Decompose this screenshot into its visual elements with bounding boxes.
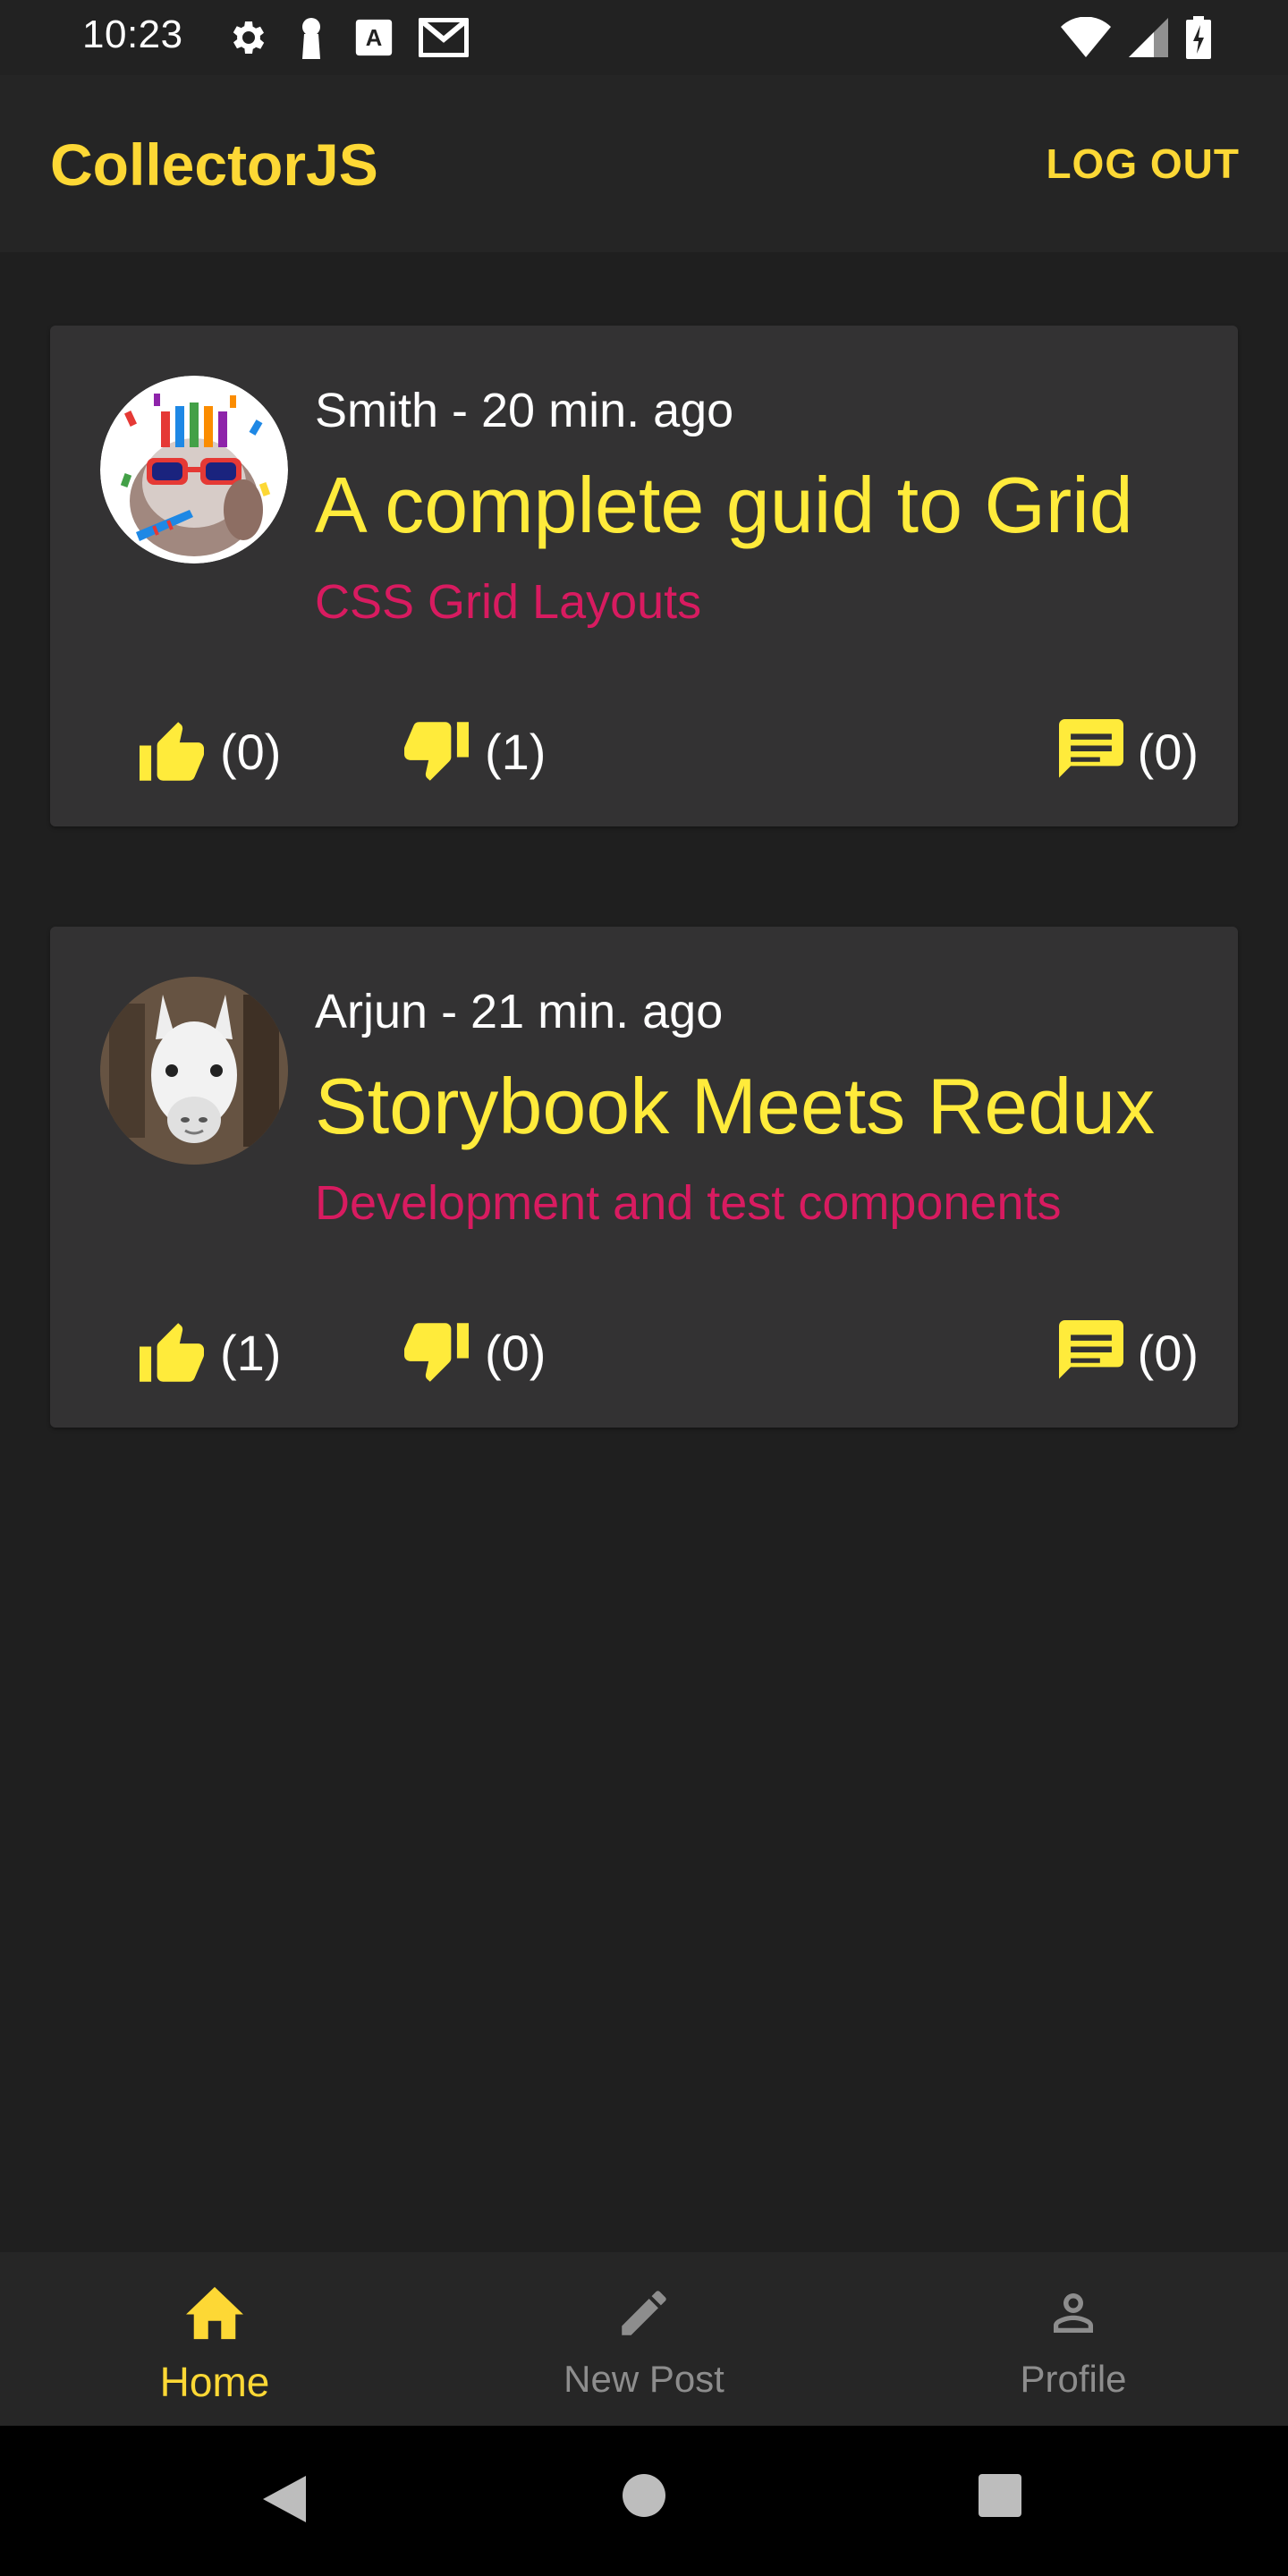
- nav-profile[interactable]: Profile: [859, 2252, 1288, 2426]
- post-meta: Arjun - 21 min. ago: [315, 985, 724, 1038]
- comment-button[interactable]: (0): [1057, 1320, 1199, 1385]
- thumb-up-icon: [140, 722, 204, 781]
- status-right-icons: [1061, 16, 1211, 64]
- nav-new-post-label: New Post: [564, 2358, 724, 2400]
- post-meta: Smith - 20 min. ago: [315, 384, 734, 437]
- bottom-nav: Home New Post Profile: [0, 2252, 1288, 2426]
- post-subtitle: Development and test components: [315, 1176, 1062, 1230]
- keyhole-icon: [293, 16, 329, 64]
- comment-button[interactable]: (0): [1057, 719, 1199, 784]
- nav-home[interactable]: Home: [0, 2252, 429, 2426]
- avatar: [100, 977, 288, 1165]
- gmail-icon: [418, 17, 470, 62]
- recents-square-icon[interactable]: [977, 2472, 1023, 2523]
- dislike-button[interactable]: (1): [401, 719, 546, 784]
- wifi-icon: [1061, 16, 1111, 63]
- post-actions: (1) (0) (0): [50, 1320, 1238, 1392]
- cell-signal-icon: [1129, 17, 1168, 63]
- dislike-count: (0): [485, 1324, 547, 1381]
- avatar: [100, 376, 288, 564]
- home-circle-icon[interactable]: [621, 2472, 667, 2523]
- app-screen: 10:23 A CollectorJS LOG OUT Smith - 20 m…: [0, 0, 1288, 2576]
- svg-text:A: A: [366, 26, 383, 51]
- back-icon[interactable]: [259, 2472, 309, 2530]
- person-icon: [1044, 2277, 1103, 2349]
- app-title: CollectorJS: [50, 131, 378, 198]
- like-count: (1): [220, 1324, 282, 1381]
- nav-home-label: Home: [159, 2359, 270, 2405]
- keyboard-a-icon: A: [354, 18, 394, 62]
- comment-count: (0): [1137, 1324, 1199, 1381]
- thumb-down-icon: [404, 1323, 469, 1382]
- post-feed: Smith - 20 min. ago A complete guid to G…: [50, 326, 1238, 1528]
- home-icon: [183, 2277, 246, 2349]
- nav-new-post[interactable]: New Post: [429, 2252, 859, 2426]
- comment-icon: [1058, 1320, 1123, 1379]
- post-subtitle: CSS Grid Layouts: [315, 575, 702, 629]
- party-sloth-avatar-icon: [100, 376, 288, 564]
- nav-profile-label: Profile: [1020, 2358, 1127, 2400]
- dislike-button[interactable]: (0): [401, 1320, 546, 1385]
- like-button[interactable]: (0): [136, 719, 281, 784]
- settings-icon: [225, 16, 268, 64]
- like-count: (0): [220, 723, 282, 780]
- status-time: 10:23: [82, 13, 183, 56]
- pencil-icon: [614, 2277, 674, 2349]
- dislike-count: (1): [485, 723, 547, 780]
- post-card[interactable]: Smith - 20 min. ago A complete guid to G…: [50, 326, 1238, 826]
- post-actions: (0) (1) (0): [50, 719, 1238, 791]
- like-button[interactable]: (1): [136, 1320, 281, 1385]
- comment-count: (0): [1137, 723, 1199, 780]
- system-nav-bar: [0, 2426, 1288, 2576]
- thumb-up-icon: [140, 1323, 204, 1382]
- status-bar: 10:23 A: [0, 0, 1288, 75]
- logout-button[interactable]: LOG OUT: [1046, 140, 1240, 188]
- comment-icon: [1058, 719, 1123, 778]
- post-title[interactable]: A complete guid to Grid: [315, 460, 1133, 551]
- post-title[interactable]: Storybook Meets Redux: [315, 1061, 1155, 1152]
- thumb-down-icon: [404, 722, 469, 781]
- battery-charging-icon: [1186, 16, 1211, 64]
- post-card[interactable]: Arjun - 21 min. ago Storybook Meets Redu…: [50, 927, 1238, 1428]
- status-left-icons: A: [225, 16, 470, 64]
- app-bar: CollectorJS LOG OUT: [0, 75, 1288, 252]
- llama-avatar-icon: [100, 977, 288, 1165]
